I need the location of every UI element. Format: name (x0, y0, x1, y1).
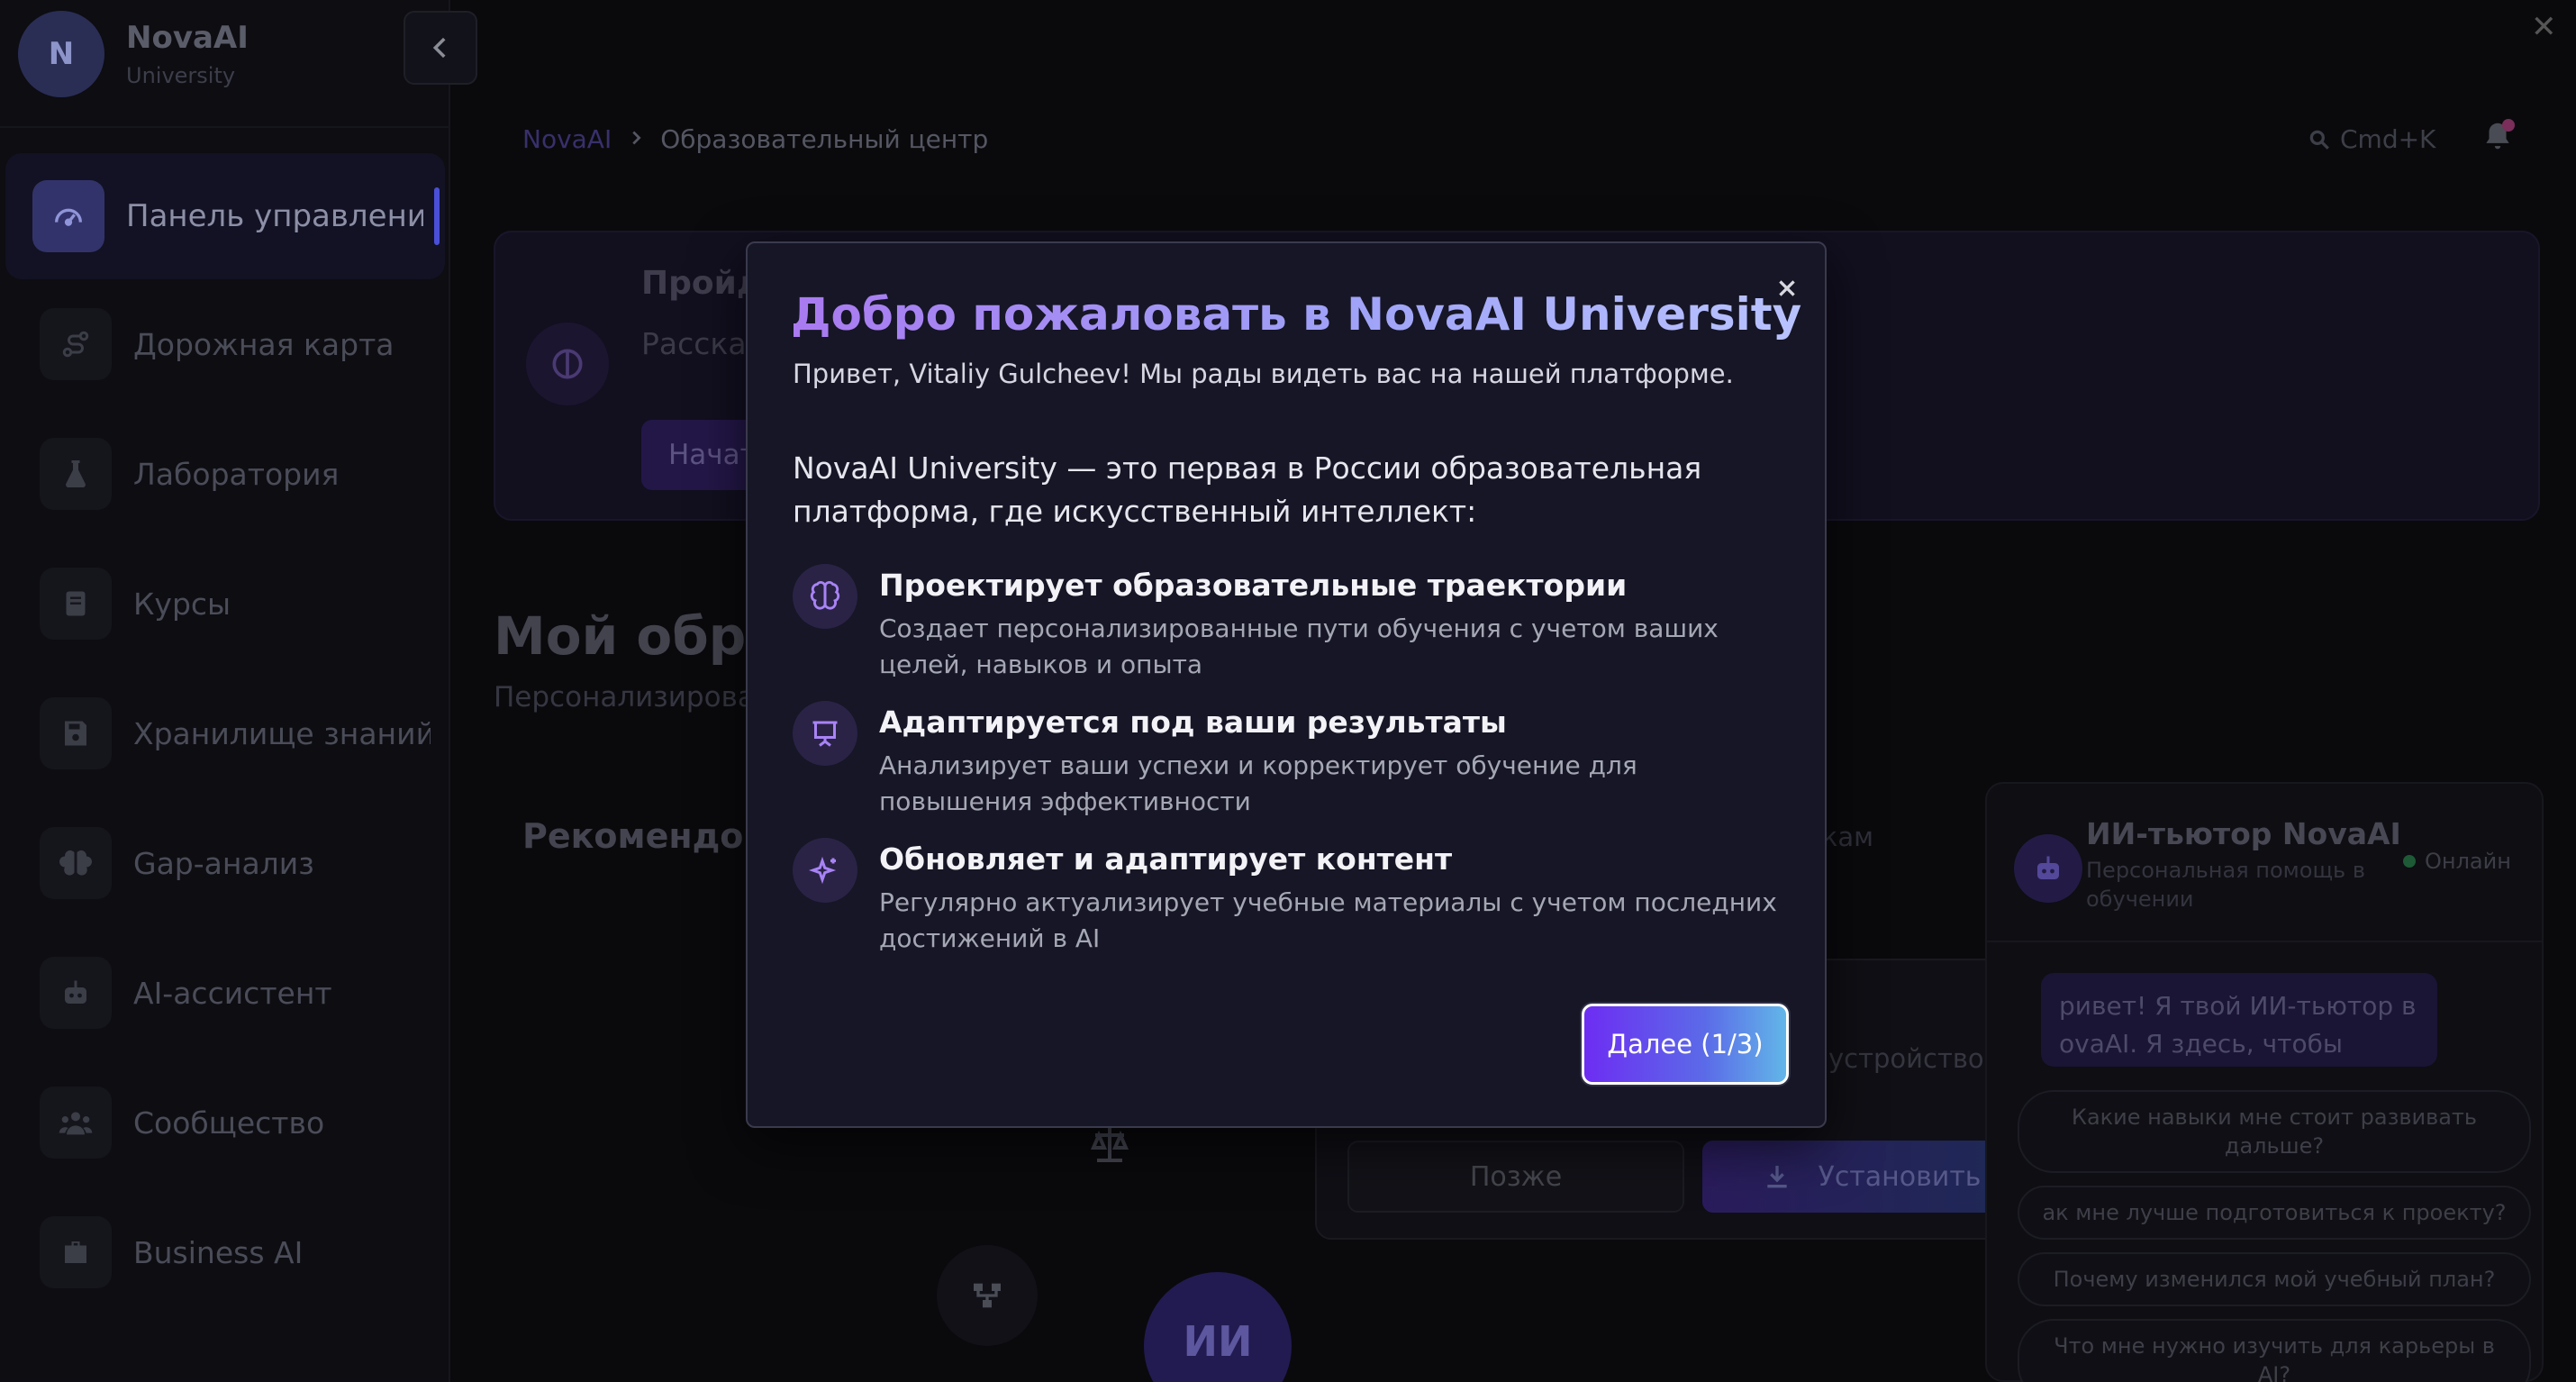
feature-title: Адаптируется под ваши результаты (879, 705, 1507, 740)
feature-item: Проектирует образовательные траектории С… (793, 564, 1792, 690)
feature-text: Регулярно актуализирует учебные материал… (879, 887, 1777, 953)
feature-title: Обновляет и адаптирует контент (879, 841, 1453, 877)
feature-text: Создает персонализированные пути обучени… (879, 614, 1719, 679)
sparkles-icon (793, 838, 857, 903)
feature-text: Анализирует ваши успехи и корректирует о… (879, 750, 1637, 816)
presentation-icon (793, 701, 857, 766)
feature-item: Обновляет и адаптирует контент Регулярно… (793, 838, 1792, 964)
modal-intro: NovaAI University — это первая в России … (793, 450, 1702, 529)
welcome-modal: Добро пожаловать в NovaAI University При… (746, 241, 1827, 1128)
next-button[interactable]: Далее (1/3) (1582, 1004, 1789, 1085)
brain-icon (793, 564, 857, 629)
feature-title: Проектирует образовательные траектории (879, 568, 1628, 603)
modal-title: Добро пожаловать в NovaAI University (791, 288, 1802, 341)
modal-greeting: Привет, Vitaliy Gulcheev! Мы рады видеть… (793, 359, 1734, 389)
feature-item: Адаптируется под ваши результаты Анализи… (793, 701, 1792, 827)
